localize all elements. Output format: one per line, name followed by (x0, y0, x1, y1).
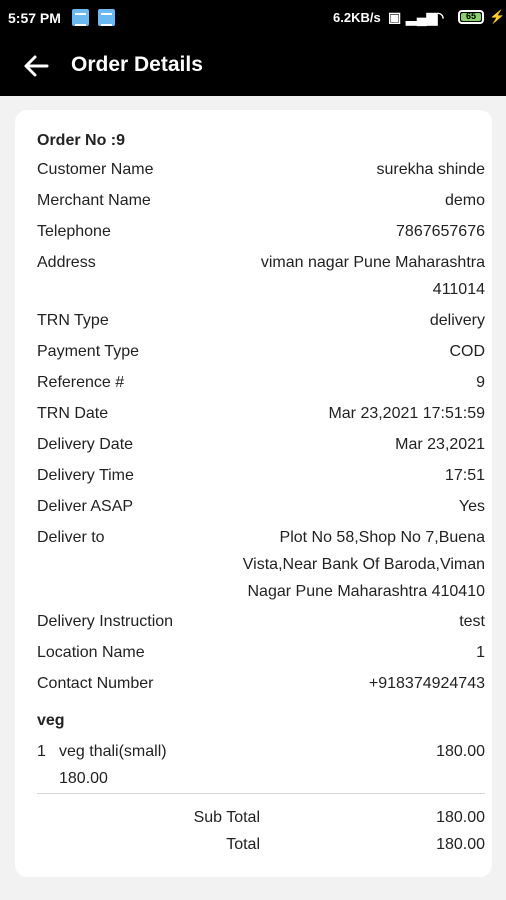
detail-value: Plot No 58,Shop No 7,Buena Vista,Near Ba… (242, 529, 485, 600)
detail-label: TRN Type (37, 312, 109, 329)
detail-value: 1 (476, 644, 485, 661)
network-speed: 6.2KB/s (333, 10, 381, 25)
notification-icon (98, 9, 115, 26)
divider (37, 793, 485, 794)
detail-label: Telephone (37, 223, 111, 240)
detail-label: Contact Number (37, 675, 154, 692)
detail-label: Delivery Date (37, 436, 134, 453)
detail-value: +918374924743 (368, 675, 485, 692)
detail-value: surekha shinde (376, 161, 485, 178)
detail-value: Mar 23,2021 (395, 436, 485, 453)
item-category: veg (37, 712, 65, 729)
detail-value: delivery (429, 312, 485, 329)
detail-value: 17:51 (444, 467, 485, 484)
detail-value: test (459, 613, 485, 630)
detail-label: Location Name (37, 644, 145, 661)
detail-value: Mar 23,2021 17:51:59 (328, 405, 485, 422)
status-time: 5:57 PM (8, 10, 61, 26)
wifi-icon: ◠ (432, 9, 445, 25)
detail-value: COD (449, 343, 485, 360)
item-quantity: 1 (37, 743, 46, 760)
detail-label: Deliver to (37, 529, 105, 546)
sub-total-value: 180.00 (436, 809, 485, 826)
item-unit-price: 180.00 (59, 770, 108, 787)
order-number: Order No :9 (37, 132, 126, 149)
notification-icon (72, 9, 89, 26)
detail-label: Delivery Time (37, 467, 134, 484)
detail-label: Delivery Instruction (37, 613, 174, 630)
charging-icon: ⚡ (489, 9, 506, 24)
battery-icon: 65 (458, 10, 484, 24)
item-price: 180.00 (436, 743, 485, 760)
page-title: Order Details (71, 53, 203, 76)
sub-total-label: Sub Total (193, 809, 260, 826)
arrow-left-icon[interactable] (20, 50, 52, 82)
total-label: Total (226, 836, 260, 853)
total-value: 180.00 (436, 836, 485, 853)
status-bar: 5:57 PM 6.2KB/s ▣ ▂▄▆ ◠ 65 ⚡ (0, 0, 506, 36)
vowifi-icon: ▣ (388, 9, 402, 25)
detail-value: 7867657676 (396, 223, 485, 240)
battery-level: 65 (465, 11, 476, 21)
app-bar: Order Details (0, 36, 506, 96)
detail-label: Reference # (37, 374, 125, 391)
detail-value: Yes (458, 498, 485, 515)
detail-label: Customer Name (37, 161, 154, 178)
detail-label: Merchant Name (37, 192, 151, 209)
detail-label: TRN Date (37, 405, 109, 422)
detail-value: demo (444, 192, 485, 209)
item-name: veg thali(small) (59, 743, 167, 760)
detail-label: Deliver ASAP (37, 498, 134, 515)
detail-label: Address (37, 254, 96, 271)
order-details-card: Order No :9 Customer Name surekha shinde… (15, 110, 492, 877)
detail-label: Payment Type (37, 343, 139, 360)
detail-value: 9 (476, 374, 485, 391)
detail-value: viman nagar Pune Maharashtra 411014 (260, 254, 485, 298)
